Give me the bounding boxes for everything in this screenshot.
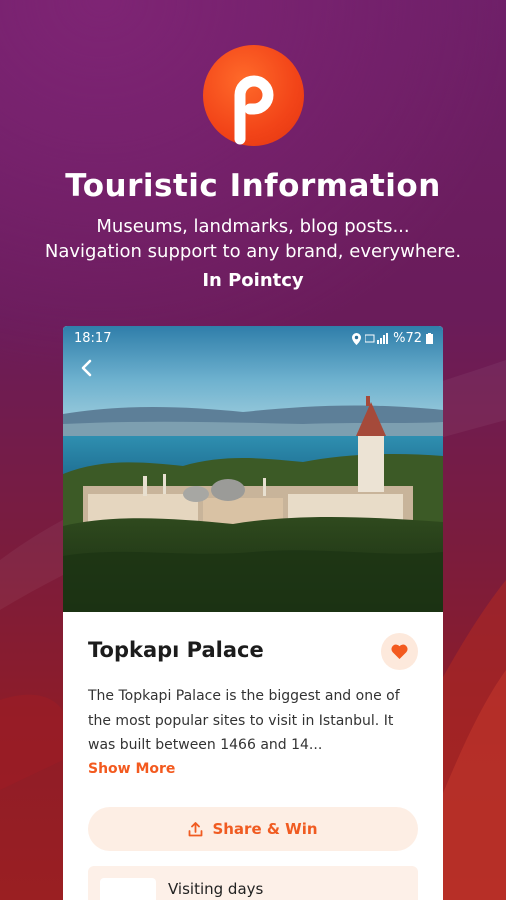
- signal-icon: [365, 333, 389, 344]
- visiting-days-label: Visiting days: [168, 880, 264, 898]
- visiting-days-thumbnail: [100, 878, 156, 900]
- favorite-button[interactable]: [381, 633, 418, 670]
- battery-percent: %72: [393, 331, 422, 346]
- place-title: Topkapı Palace: [88, 638, 264, 662]
- place-description: The Topkapi Palace is the biggest and on…: [88, 688, 400, 753]
- hero-subtitle-line1: Museums, landmarks, blog posts...: [96, 216, 410, 237]
- share-and-win-button[interactable]: Share & Win: [88, 807, 418, 851]
- show-more-link[interactable]: Show More: [88, 761, 175, 777]
- hero-title: Touristic Information: [65, 168, 441, 204]
- back-arrow-icon[interactable]: [77, 358, 97, 378]
- hero-subtitle-line2: Navigation support to any brand, everywh…: [44, 241, 462, 262]
- place-photo: 18:17 %72: [63, 326, 443, 612]
- pointcy-logo: [203, 45, 304, 146]
- status-bar: 18:17 %72: [63, 326, 443, 352]
- share-label: Share & Win: [212, 820, 318, 838]
- status-time: 18:17: [74, 331, 112, 346]
- hero-subtitle: Museums, landmarks, blog posts... Naviga…: [0, 214, 506, 264]
- share-icon: [189, 821, 203, 836]
- place-card: Topkapı Palace The Topkapi Palace is the…: [63, 612, 443, 900]
- status-icons: %72: [352, 331, 433, 346]
- visiting-days-section: Visiting days: [88, 866, 418, 900]
- hero-tagline: In Pointcy: [202, 270, 304, 291]
- heart-icon: [391, 644, 408, 659]
- phone-screen: 18:17 %72 Topkapı Palace The Topkapi Pal…: [63, 326, 443, 900]
- battery-icon: [426, 333, 433, 344]
- location-icon: [352, 332, 362, 345]
